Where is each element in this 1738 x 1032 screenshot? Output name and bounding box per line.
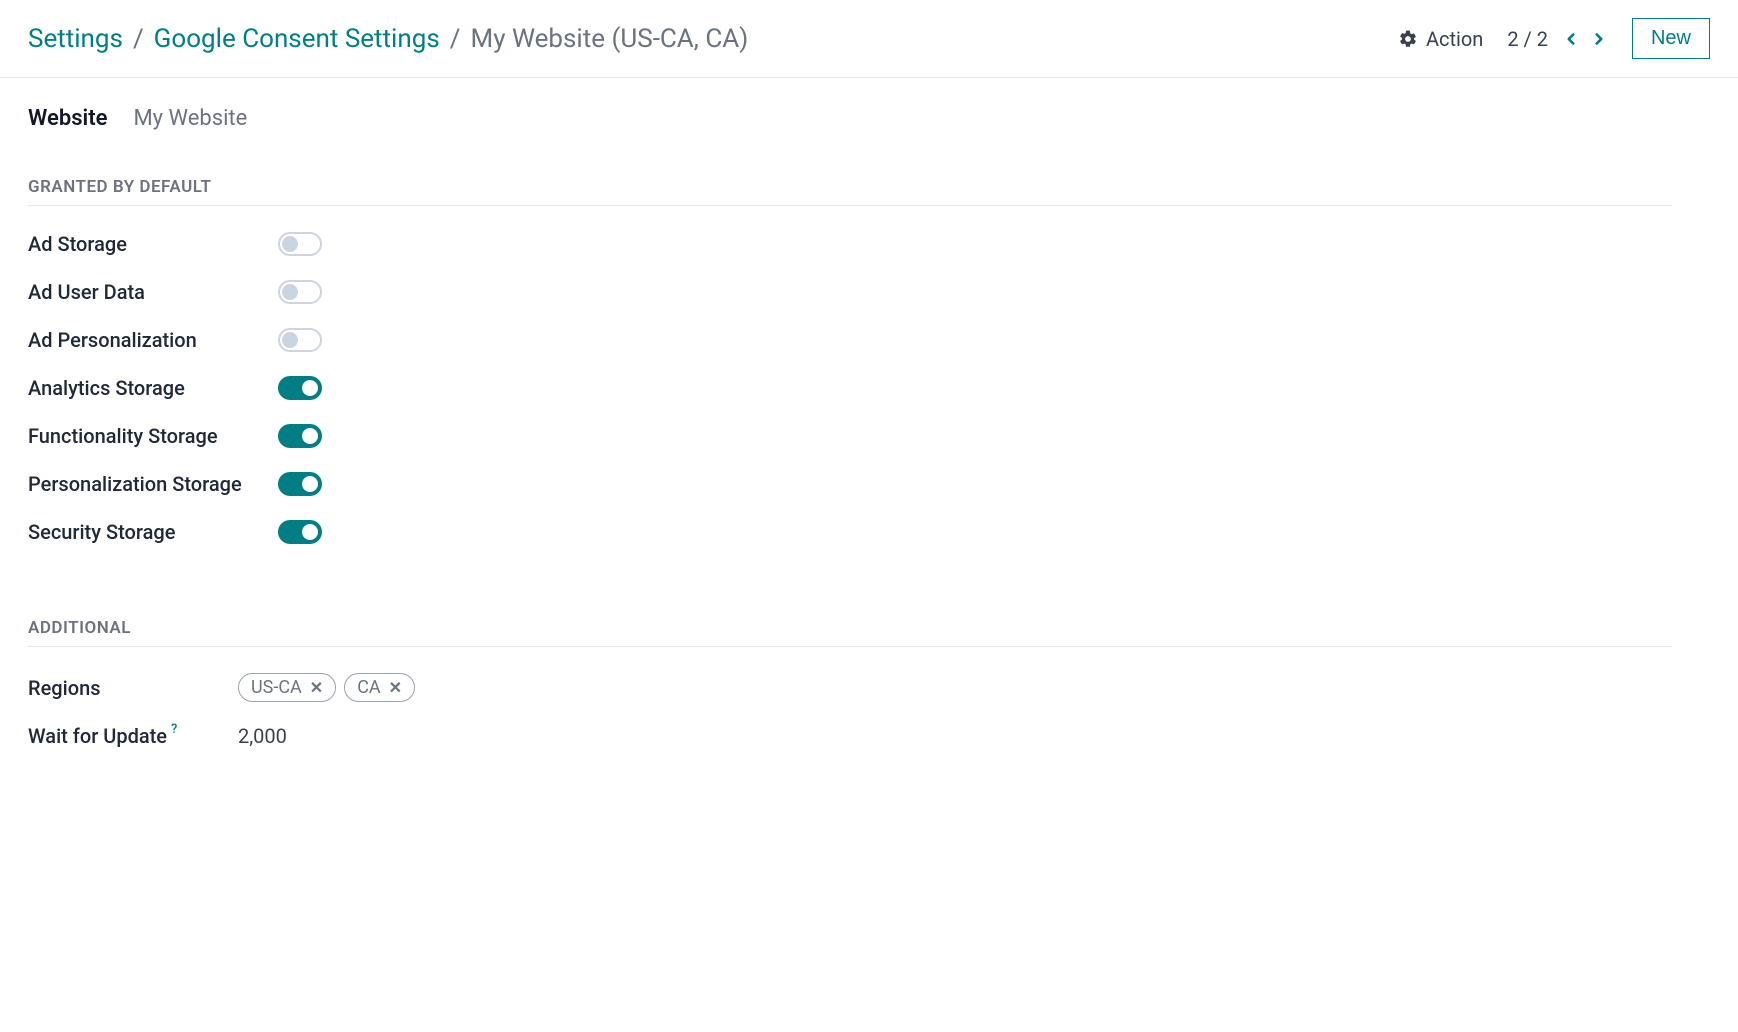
toggle-row: Ad Storage (28, 232, 1672, 256)
region-tag-label: CA (357, 677, 380, 698)
breadcrumb-sep: / (450, 24, 461, 54)
website-value[interactable]: My Website (133, 106, 247, 131)
header: Settings / Google Consent Settings / My … (0, 0, 1738, 78)
toggle-knob (302, 524, 318, 540)
toggle-knob (282, 236, 298, 252)
website-label: Website (28, 106, 107, 131)
toggle-row: Ad Personalization (28, 328, 1672, 352)
close-icon[interactable]: ✕ (389, 678, 402, 697)
chevron-left-icon[interactable] (1562, 30, 1580, 48)
toggle-row: Ad User Data (28, 280, 1672, 304)
toggle-switch[interactable] (278, 472, 322, 496)
regions-field: Regions US-CA✕CA✕ (28, 673, 1672, 702)
pager: 2 / 2 (1507, 27, 1608, 51)
breadcrumb-settings[interactable]: Settings (28, 24, 123, 54)
toggle-label: Ad Personalization (28, 328, 278, 352)
toggle-label: Functionality Storage (28, 424, 278, 448)
pager-count[interactable]: 2 / 2 (1507, 27, 1548, 51)
toggle-knob (282, 284, 298, 300)
chevron-right-icon[interactable] (1590, 30, 1608, 48)
toggle-label: Analytics Storage (28, 376, 278, 400)
region-tag[interactable]: US-CA ✕ (238, 673, 336, 702)
toggle-row: Security Storage (28, 520, 1672, 544)
toggle-switch[interactable] (278, 232, 322, 256)
toggle-switch[interactable] (278, 280, 322, 304)
header-actions: Action 2 / 2 New (1398, 18, 1710, 59)
help-icon[interactable]: ? (171, 722, 177, 737)
toggle-switch[interactable] (278, 328, 322, 352)
toggle-row: Functionality Storage (28, 424, 1672, 448)
toggle-label: Ad User Data (28, 280, 278, 304)
toggle-knob (302, 476, 318, 492)
region-tag-label: US-CA (251, 677, 302, 698)
section-additional-title: ADDITIONAL (28, 618, 1672, 647)
region-tag[interactable]: CA ✕ (344, 673, 415, 702)
toggle-label: Ad Storage (28, 232, 278, 256)
regions-tags[interactable]: US-CA ✕ CA ✕ (238, 673, 415, 702)
toggle-knob (282, 332, 298, 348)
toggle-switch[interactable] (278, 376, 322, 400)
action-menu[interactable]: Action (1398, 27, 1483, 51)
breadcrumb-google-consent[interactable]: Google Consent Settings (154, 24, 440, 54)
toggle-knob (302, 428, 318, 444)
section-granted-title: GRANTED BY DEFAULT (28, 177, 1672, 206)
gear-icon (1398, 29, 1418, 49)
wait-value[interactable]: 2,000 (238, 724, 287, 748)
wait-for-update-field: Wait for Update ? 2,000 (28, 724, 1672, 748)
website-field: Website My Website (28, 106, 1672, 131)
form-sheet: Website My Website GRANTED BY DEFAULT Ad… (0, 78, 1700, 810)
breadcrumb: Settings / Google Consent Settings / My … (28, 24, 748, 54)
toggle-knob (302, 380, 318, 396)
toggle-row: Personalization Storage (28, 472, 1672, 496)
close-icon[interactable]: ✕ (310, 678, 323, 697)
toggle-row: Analytics Storage (28, 376, 1672, 400)
toggle-label: Personalization Storage (28, 472, 278, 496)
toggle-label: Security Storage (28, 520, 278, 544)
toggle-switch[interactable] (278, 424, 322, 448)
toggle-switch[interactable] (278, 520, 322, 544)
breadcrumb-current: My Website (US-CA, CA) (471, 24, 749, 54)
breadcrumb-sep: / (133, 24, 144, 54)
new-button[interactable]: New (1632, 18, 1710, 59)
action-label: Action (1426, 27, 1483, 51)
